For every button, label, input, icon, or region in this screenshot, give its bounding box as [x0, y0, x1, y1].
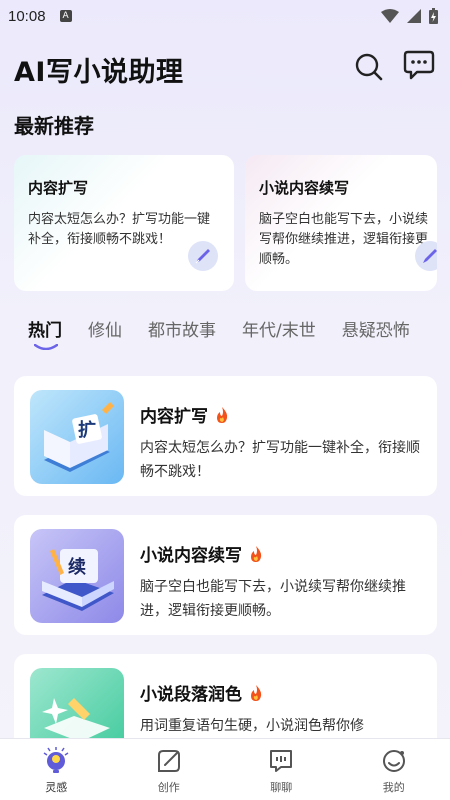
pen-button[interactable] [188, 241, 218, 271]
recommend-card-title: 小说内容续写 [259, 179, 350, 197]
list-item-title-row: 小说段落润色 [140, 680, 264, 705]
tab-era-apocalypse[interactable]: 年代/末世 [242, 316, 316, 341]
recommend-card-desc: 脑子空白也能写下去，小说续写帮你继续推进，逻辑衔接更顺畅。 [259, 212, 429, 267]
pen-icon [195, 249, 210, 264]
tab-label: 热门 [28, 321, 62, 341]
app-title: AI写小说助理 [14, 57, 184, 88]
nav-inspiration[interactable]: 灵感 [0, 739, 113, 800]
status-time: 10:08 [8, 7, 46, 25]
thumb-expand-image: 扩 [30, 390, 124, 484]
nav-label: 创作 [157, 781, 180, 794]
nav-chat[interactable]: 聊聊 [225, 739, 338, 800]
fire-icon [217, 406, 228, 423]
notification-badge: A [59, 10, 72, 22]
chat-icon [270, 750, 293, 772]
search-icon [355, 53, 383, 81]
recommend-card-expand[interactable]: 内容扩写 内容太短怎么办？扩写功能一键补全，衔接顺畅不跳戏！ [14, 155, 234, 291]
list-item-title-row: 内容扩写 [140, 402, 230, 427]
nav-label: 聊聊 [270, 781, 293, 794]
list-item-desc: 内容太短怎么办？扩写功能一键补全，衔接顺畅不跳戏！ [140, 440, 420, 480]
thumb-char-continue: 续 [68, 556, 86, 578]
list-item-title: 小说段落润色 [140, 685, 242, 705]
recommend-card-title: 内容扩写 [28, 179, 89, 197]
list-item-expand[interactable]: 扩 内容扩写 内容太短怎么办？扩写功能一键补全，衔接顺畅不跳戏！ [14, 376, 437, 496]
status-bar: 10:08 A [0, 0, 450, 32]
section-title: 最新推荐 [14, 114, 94, 138]
tab-suspense-horror[interactable]: 悬疑恐怖 [342, 316, 410, 341]
chat-bubble-icon [403, 50, 435, 80]
nav-create[interactable]: 创作 [113, 739, 226, 800]
list-item-continue[interactable]: 续 小说内容续写 脑子空白也能写下去，小说续写帮你继续推进，逻辑衔接更顺畅。 [14, 515, 437, 635]
pen-icon [423, 249, 437, 263]
list-item-title: 小说内容续写 [140, 546, 242, 566]
fire-icon [251, 545, 262, 562]
nav-profile[interactable]: 我的 [338, 739, 450, 800]
recommend-card-desc: 内容太短怎么办？扩写功能一键补全，衔接顺畅不跳戏！ [28, 212, 211, 247]
list-item-desc: 用词重复语句生硬，小说润色帮你修 [140, 718, 364, 734]
recommend-card-continue[interactable]: 小说内容续写 脑子空白也能写下去，小说续写帮你继续推进，逻辑衔接更顺畅。 [245, 155, 437, 291]
bottom-nav: 灵感 创作 聊聊 我的 [0, 738, 450, 800]
smile-icon [382, 750, 405, 772]
nav-label: 灵感 [45, 781, 68, 794]
search-button[interactable] [354, 52, 384, 86]
pen-button[interactable] [415, 241, 437, 271]
tab-xiuxian[interactable]: 修仙 [88, 316, 122, 341]
battery-icon [429, 8, 438, 24]
active-tab-indicator [34, 344, 58, 350]
nav-label: 我的 [382, 781, 405, 794]
fire-icon [251, 684, 262, 701]
list-item-desc: 脑子空白也能写下去，小说续写帮你继续推进，逻辑衔接更顺畅。 [140, 579, 406, 619]
tab-hot[interactable]: 热门 [28, 316, 62, 350]
thumb-continue-image: 续 [30, 529, 124, 623]
status-icons [381, 8, 438, 24]
thumb-char-expand: 扩 [78, 419, 96, 441]
wifi-icon [381, 9, 399, 23]
bulb-icon [43, 747, 69, 773]
signal-icon [407, 9, 421, 23]
message-button[interactable] [403, 50, 435, 84]
list-item-title: 内容扩写 [140, 407, 208, 427]
tab-city-story[interactable]: 都市故事 [148, 316, 216, 341]
category-tabs: 热门 修仙 都市故事 年代/末世 悬疑恐怖 [28, 316, 436, 350]
compose-icon [157, 750, 180, 772]
list-item-title-row: 小说内容续写 [140, 541, 264, 566]
